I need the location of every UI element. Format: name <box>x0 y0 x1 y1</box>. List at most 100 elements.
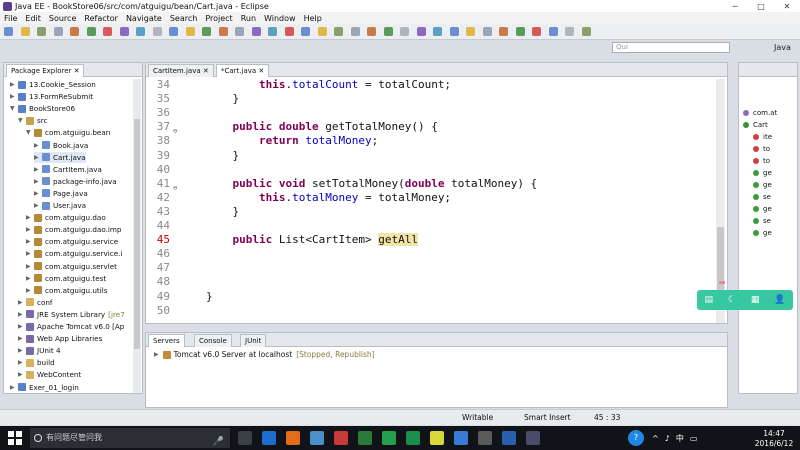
tree-item[interactable]: ▶ Book.java <box>34 140 88 151</box>
float-tool-1-icon[interactable]: ▤ <box>704 295 713 305</box>
taskbar-app-8-icon[interactable] <box>406 431 420 445</box>
outline-item[interactable]: to <box>753 143 770 154</box>
toolbar-button-3[interactable] <box>37 27 46 36</box>
outline-item[interactable]: se <box>753 215 771 226</box>
menu-refactor[interactable]: Refactor <box>84 14 118 23</box>
toolbar-button-19[interactable] <box>301 27 310 36</box>
tree-item[interactable]: ▶ conf <box>18 297 52 308</box>
toolbar-button-21[interactable] <box>334 27 343 36</box>
taskbar-app-4-icon[interactable] <box>310 431 324 445</box>
menu-project[interactable]: Project <box>205 14 232 23</box>
taskbar-app-9-icon[interactable] <box>430 431 444 445</box>
tab-junit[interactable]: JUnit <box>240 334 267 347</box>
tree-item[interactable]: ▶ com.atguigu.service <box>26 236 118 247</box>
microphone-icon[interactable]: 🎤 <box>213 432 224 450</box>
tree-item[interactable]: ▶ com.atguigu.test <box>26 273 106 284</box>
toolbar-button-6[interactable] <box>86 27 96 36</box>
taskbar-app-3-icon[interactable] <box>286 431 300 445</box>
windows-start-button[interactable] <box>8 431 22 445</box>
tree-item[interactable]: ▶ package-info.java <box>34 176 117 187</box>
tree-item[interactable]: ▶ com.atguigu.service.i <box>26 248 122 259</box>
expand-icon[interactable]: ▶ <box>18 311 24 318</box>
tree-item[interactable]: ▶ WebContent <box>18 369 81 380</box>
expand-icon[interactable]: ▶ <box>34 166 40 173</box>
tree-item[interactable]: ▶ Apache Tomcat v6.0 [Ap <box>18 321 124 332</box>
tree-item[interactable]: ▶ JRE System Library [jre7 <box>18 309 125 320</box>
toolbar-button-36[interactable] <box>581 27 591 36</box>
toolbar-button-8[interactable] <box>119 27 129 36</box>
tree-item[interactable]: ▶ com.atguigu.dao <box>26 212 106 223</box>
moon-icon[interactable]: ☾ <box>728 295 736 305</box>
tree-item[interactable]: ▶ com.atguigu.utils <box>26 285 108 296</box>
toolbar-button-18[interactable] <box>284 27 294 36</box>
close-tab-icon[interactable]: ✕ <box>201 67 209 75</box>
tree-item[interactable]: ▶ 13.Cookie_Session <box>10 79 96 90</box>
toolbar-button-20[interactable] <box>317 27 327 36</box>
toolbar-button-1[interactable] <box>4 27 13 36</box>
tree-item[interactable]: ▶ 13.FormReSubmit <box>10 91 93 102</box>
expand-icon[interactable]: ▶ <box>18 371 24 378</box>
expand-icon[interactable]: ▶ <box>18 323 24 330</box>
server-row[interactable]: ▶ Tomcat v6.0 Server at localhost [Stopp… <box>154 350 375 359</box>
tab-console[interactable]: Console <box>194 334 232 347</box>
toolbar-button-29[interactable] <box>466 27 475 36</box>
expand-icon[interactable]: ▶ <box>26 226 32 233</box>
taskbar-app-13-icon[interactable] <box>526 431 540 445</box>
tab-servers[interactable]: Servers <box>148 334 185 347</box>
tab-package-explorer[interactable]: Package Explorer ✕ <box>6 64 85 77</box>
expand-icon[interactable]: ▶ <box>34 178 40 185</box>
notification-icon[interactable]: ▭ <box>690 434 698 443</box>
expand-icon[interactable]: ▶ <box>154 351 159 358</box>
taskbar-clock[interactable]: 14:47 2016/6/12 <box>754 429 794 449</box>
outline-item[interactable]: ge <box>753 203 772 214</box>
expand-icon[interactable]: ▶ <box>34 202 40 209</box>
menu-help[interactable]: Help <box>304 14 322 23</box>
help-icon[interactable]: ? <box>628 430 644 446</box>
expand-icon[interactable]: ▶ <box>18 347 24 354</box>
toolbar-button-7[interactable] <box>103 27 112 36</box>
taskbar-app-7-icon[interactable] <box>382 431 396 445</box>
taskbar-app-5-icon[interactable] <box>334 431 348 445</box>
perspective-java-button[interactable]: Java <box>750 41 798 55</box>
tree-item[interactable]: ▶ Exer_01_login <box>10 382 79 393</box>
toolbar-button-9[interactable] <box>136 27 145 36</box>
collapse-icon[interactable]: ▼ <box>18 117 24 124</box>
toolbar-button-4[interactable] <box>53 27 63 36</box>
toolbar-button-5[interactable] <box>70 27 79 36</box>
outline-item[interactable]: ite <box>753 131 772 142</box>
taskbar-app-6-icon[interactable] <box>358 431 372 445</box>
close-tab-icon[interactable]: ✕ <box>256 67 264 75</box>
user-icon[interactable]: 👤 <box>774 295 785 305</box>
tree-item[interactable]: ▶ JUnit 4 <box>18 345 61 356</box>
expand-icon[interactable]: ▶ <box>10 384 16 391</box>
toolbar-button-28[interactable] <box>449 27 459 36</box>
tab-cartitemjava[interactable]: CartItem.java ✕ <box>148 64 214 77</box>
menu-navigate[interactable]: Navigate <box>126 14 162 23</box>
outline-item[interactable]: se <box>753 191 771 202</box>
toolbar-button-23[interactable] <box>367 27 376 36</box>
toolbar-button-15[interactable] <box>235 27 244 36</box>
tree-item[interactable]: ▼ com.atguigu.bean <box>26 127 110 138</box>
outline-item[interactable]: com.at <box>743 107 777 118</box>
expand-icon[interactable]: ▶ <box>10 81 16 88</box>
grid-icon[interactable]: ▦ <box>751 295 760 305</box>
expand-icon[interactable]: ▶ <box>26 214 32 221</box>
expand-icon[interactable]: ▶ <box>26 263 32 270</box>
editor-scrollbar[interactable] <box>716 79 725 323</box>
package-explorer-scrollbar[interactable] <box>133 79 141 393</box>
outline-item[interactable]: to <box>753 155 770 166</box>
taskbar-app-1-icon[interactable] <box>238 431 252 445</box>
expand-icon[interactable]: ▶ <box>18 359 24 366</box>
toolbar-button-14[interactable] <box>218 27 228 36</box>
outline-item[interactable]: Cart <box>743 119 768 130</box>
error-marker[interactable] <box>719 281 725 284</box>
toolbar-button-16[interactable] <box>251 27 261 36</box>
tree-item[interactable]: ▶ CartItem.java <box>34 164 102 175</box>
toolbar-button-35[interactable] <box>565 27 574 36</box>
collapse-icon[interactable]: ▼ <box>26 129 32 136</box>
outline-item[interactable]: ge <box>753 179 772 190</box>
toolbar-button-32[interactable] <box>515 27 525 36</box>
toolbar-button-2[interactable] <box>20 27 30 36</box>
expand-icon[interactable]: ▶ <box>34 142 40 149</box>
toolbar-button-33[interactable] <box>532 27 541 36</box>
